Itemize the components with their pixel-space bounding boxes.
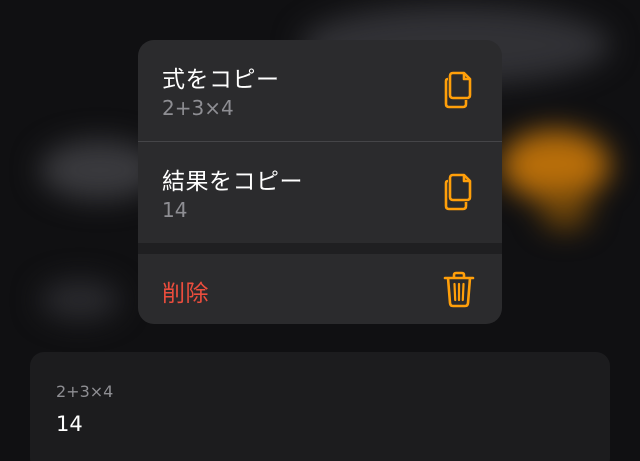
copy-expression-item[interactable]: 式をコピー 2+3×4 [138, 40, 502, 141]
copy-icon [444, 173, 472, 211]
context-menu: 式をコピー 2+3×4 結果をコピー 14 削除 [138, 40, 502, 324]
copy-expression-value: 2+3×4 [162, 96, 234, 120]
screen: 式をコピー 2+3×4 結果をコピー 14 削除 2+3×4 14 [0, 0, 640, 461]
blurred-operator-key [540, 190, 590, 230]
blurred-operator-key [500, 130, 610, 200]
menu-section-divider [138, 243, 502, 254]
copy-expression-label: 式をコピー [162, 67, 280, 93]
trash-icon [443, 271, 475, 308]
copy-result-value: 14 [162, 198, 188, 222]
copy-result-item[interactable]: 結果をコピー 14 [138, 142, 502, 243]
history-card[interactable]: 2+3×4 14 [30, 352, 610, 461]
copy-icon [444, 71, 472, 109]
history-expression: 2+3×4 [56, 382, 114, 401]
delete-label: 削除 [162, 281, 209, 307]
delete-item[interactable]: 削除 [138, 254, 502, 324]
history-result: 14 [56, 412, 83, 436]
copy-result-label: 結果をコピー [162, 169, 303, 195]
blurred-key [40, 280, 120, 320]
